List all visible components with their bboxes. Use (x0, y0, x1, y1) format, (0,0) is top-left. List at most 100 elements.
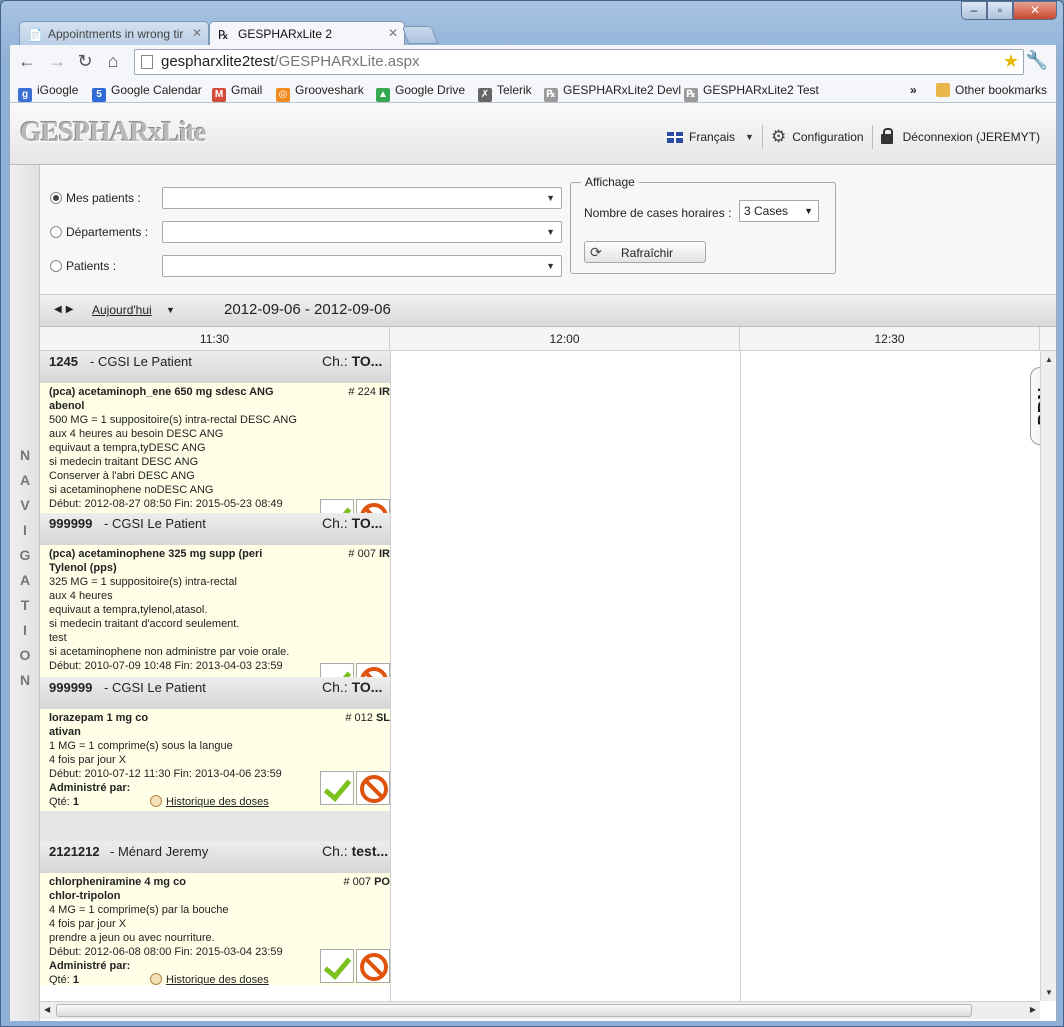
bookmarks-overflow-chevron[interactable]: » (910, 83, 917, 97)
app-header: GESPHARxLite Français ▼ ⚙ Configuration … (10, 103, 1056, 165)
navigation-letter: A (19, 472, 31, 488)
administer-check-button[interactable] (320, 663, 354, 677)
filter-row-departements: Départements : ▼ (50, 221, 562, 243)
rx-icon: ℞ (544, 88, 558, 102)
chevron-down-icon: ▼ (546, 261, 555, 271)
today-link[interactable]: Aujourd'hui (92, 303, 152, 317)
radio-patients[interactable] (50, 260, 62, 272)
refuse-dose-button[interactable] (356, 663, 390, 677)
close-window-button[interactable]: ✕ (1013, 1, 1057, 20)
navigation-letter: N (19, 447, 31, 463)
vertical-scrollbar[interactable]: ▲ ▼ (1040, 351, 1056, 1001)
scroll-left-icon[interactable]: ◀ (44, 1005, 50, 1014)
close-tab-icon[interactable]: ✕ (388, 26, 398, 40)
url-host: gespharxlite2test (161, 53, 275, 70)
lock-icon (880, 128, 893, 144)
schedule-toolbar: ◀▶ Aujourd'hui ▼ 2012-09-06 - 2012-09-06 (40, 295, 1056, 327)
navigation-letter: G (19, 547, 31, 563)
forward-arrow-icon[interactable]: → (46, 51, 68, 73)
reload-icon[interactable]: ↻ (74, 51, 96, 73)
bookmark-google-drive[interactable]: ▲ Google Drive (376, 83, 465, 102)
medication-details: # 007 PO chlorpheniramine 4 mg co chlor-… (40, 873, 390, 985)
bookmark-star-icon[interactable]: ★ (1003, 51, 1019, 72)
bookmark-other[interactable]: Other bookmarks (936, 83, 1047, 97)
patient-header: 1245 - CGSI Le Patient Ch.: TO... (40, 351, 390, 383)
bookmark-gespharxlite2-devl[interactable]: ℞ GESPHARxLite2 Devl (544, 83, 681, 102)
navigation-letter: T (20, 597, 30, 613)
wrench-menu-icon[interactable]: 🔧 (1026, 50, 1048, 71)
maximize-button[interactable]: ▫ (987, 1, 1013, 20)
bookmark-gmail[interactable]: M Gmail (212, 83, 262, 102)
minimize-button[interactable]: – (961, 1, 987, 20)
calendar-icon: 5 (92, 88, 106, 102)
time-slots-select[interactable]: 3 Cases ▼ (739, 200, 819, 222)
chevron-down-icon: ▼ (546, 193, 555, 203)
departements-combo[interactable]: ▼ (162, 221, 562, 243)
address-bar[interactable]: gespharxlite2test/GESPHARxLite.aspx ★ (134, 49, 1024, 75)
app-logo: GESPHARxLite (20, 117, 207, 148)
navigation-letter: N (19, 672, 31, 688)
horizontal-scrollbar[interactable]: ◀ ▶ (40, 1001, 1040, 1019)
grooveshark-icon: ◎ (276, 88, 290, 102)
administer-check-button[interactable] (320, 949, 354, 983)
chevron-down-icon[interactable]: ▼ (166, 305, 175, 315)
patient-header: 2121212 - Ménard Jeremy Ch.: test... (40, 841, 390, 873)
time-slot-header: 11:30 (40, 327, 390, 351)
browser-toolbar: ← → ↻ ⌂ gespharxlite2test/GESPHARxLite.a… (9, 45, 1057, 79)
radio-mes-patients[interactable] (50, 192, 62, 204)
home-icon[interactable]: ⌂ (102, 51, 124, 73)
time-slot-header: 12:30 (740, 327, 1040, 351)
bookmark-igoogle[interactable]: g iGoogle (18, 83, 78, 102)
new-tab-button[interactable] (401, 26, 439, 44)
browser-window: 📄 Appointments in wrong tir ✕ ℞ GESPHARx… (0, 0, 1064, 1027)
bookmark-telerik[interactable]: ✗ Telerik (478, 83, 532, 102)
tab-appointments[interactable]: 📄 Appointments in wrong tir ✕ (19, 21, 209, 46)
gmail-icon: M (212, 88, 226, 102)
page-icon (141, 55, 153, 69)
window-controls: – ▫ ✕ (961, 1, 1057, 21)
dose-history-link[interactable]: Historique des doses (150, 795, 269, 809)
chevron-down-icon: ▼ (745, 132, 754, 142)
patients-combo[interactable]: ▼ (162, 255, 562, 277)
bookmark-google-calendar[interactable]: 5 Google Calendar (92, 83, 202, 102)
navigation-letter: I (23, 522, 27, 538)
scroll-right-icon[interactable]: ▶ (1030, 1005, 1036, 1014)
language-selector[interactable]: Français ▼ (659, 130, 762, 144)
navigation-letter: A (19, 572, 31, 588)
tab-gespharxlite[interactable]: ℞ GESPHARxLite 2 ✕ (209, 21, 405, 46)
rx-favicon-icon: ℞ (218, 28, 229, 42)
administer-check-button[interactable] (320, 771, 354, 805)
bookmark-gespharxlite2-test[interactable]: ℞ GESPHARxLite2 Test (684, 83, 819, 102)
gear-icon: ⚙ (770, 127, 787, 146)
refuse-dose-button[interactable] (356, 771, 390, 805)
administer-check-button[interactable] (320, 499, 354, 513)
schedule-grid: 1245 - CGSI Le Patient Ch.: TO... # 224 … (40, 351, 1048, 1001)
radio-departements[interactable] (50, 226, 62, 238)
prev-next-arrows-icon[interactable]: ◀▶ (54, 304, 77, 315)
back-arrow-icon[interactable]: ← (16, 51, 38, 73)
affichage-fieldset: Affichage Nombre de cases horaires : 3 C… (570, 175, 836, 274)
date-range: 2012-09-06 - 2012-09-06 (224, 301, 391, 318)
dose-history-link[interactable]: Historique des doses (150, 973, 269, 985)
refuse-dose-button[interactable] (356, 949, 390, 983)
logout-link[interactable]: Déconnexion (JEREMYT) (873, 128, 1048, 144)
refuse-dose-button[interactable] (356, 499, 390, 513)
bookmark-grooveshark[interactable]: ◎ Grooveshark (276, 83, 364, 102)
scroll-up-icon[interactable]: ▲ (1045, 355, 1053, 364)
time-header: 11:30 12:00 12:30 (40, 327, 1056, 351)
url-path: /GESPHARxLite.aspx (274, 53, 420, 70)
refresh-button[interactable]: ⟳ Rafraîchir (584, 241, 706, 263)
patient-header: 999999 - CGSI Le Patient Ch.: TO... (40, 513, 390, 545)
flag-icon (667, 131, 684, 143)
mes-patients-combo[interactable]: ▼ (162, 187, 562, 209)
configuration-link[interactable]: ⚙ Configuration (763, 127, 872, 147)
folder-icon (936, 83, 950, 97)
close-tab-icon[interactable]: ✕ (192, 26, 202, 40)
navigation-panel-toggle[interactable]: NAVIGATION (10, 165, 40, 1021)
patient-header: 999999 - CGSI Le Patient Ch.: TO... (40, 677, 390, 709)
scroll-down-icon[interactable]: ▼ (1045, 988, 1053, 997)
drive-icon: ▲ (376, 88, 390, 102)
navigation-letter: V (20, 497, 30, 513)
scroll-thumb[interactable] (56, 1004, 972, 1017)
chevron-down-icon: ▼ (804, 206, 813, 216)
